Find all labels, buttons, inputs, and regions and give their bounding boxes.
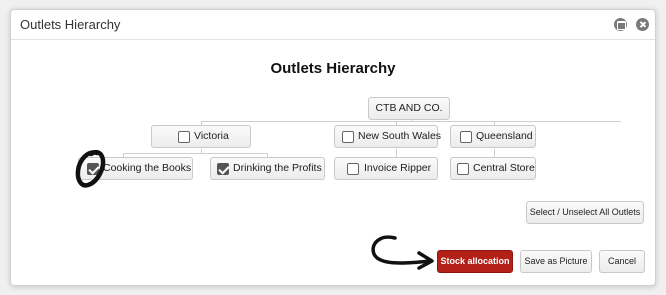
- tree-node-label: New South Wales: [358, 130, 442, 142]
- checkbox[interactable]: [217, 163, 229, 175]
- tree-node-region-queensland[interactable]: Queensland: [450, 125, 536, 148]
- tree-node-root[interactable]: CTB AND CO.: [368, 97, 450, 120]
- stock-allocation-button[interactable]: Stock allocation: [437, 250, 513, 273]
- tree-connector: [123, 153, 268, 154]
- tree-node-outlet-drinking-the-profits[interactable]: Drinking the Profits: [210, 157, 325, 180]
- tree-node-label: Victoria: [194, 130, 229, 142]
- tree-node-outlet-central-store[interactable]: Central Store: [450, 157, 536, 180]
- outlets-hierarchy-dialog: Outlets Hierarchy Outlets Hierarchy CTB …: [10, 9, 656, 286]
- tree-node-outlet-invoice-ripper[interactable]: Invoice Ripper: [334, 157, 438, 180]
- dialog-titlebar: Outlets Hierarchy: [11, 10, 655, 40]
- checkbox[interactable]: [342, 131, 354, 143]
- page-title: Outlets Hierarchy: [270, 60, 396, 77]
- save-as-picture-button[interactable]: Save as Picture: [520, 250, 592, 273]
- close-icon[interactable]: [636, 18, 649, 31]
- minimize-icon[interactable]: [614, 18, 627, 31]
- tree-node-label: CTB AND CO.: [375, 102, 443, 114]
- tree-node-label: Queensland: [476, 130, 533, 142]
- tree-node-label: Drinking the Profits: [233, 162, 322, 174]
- tree-node-region-victoria[interactable]: Victoria: [151, 125, 251, 148]
- tree-node-outlet-cooking-the-books[interactable]: Cooking the Books: [78, 157, 193, 180]
- tree-node-region-nsw[interactable]: New South Wales: [334, 125, 442, 148]
- tree-node-label: Invoice Ripper: [364, 162, 432, 174]
- checkbox[interactable]: [178, 131, 190, 143]
- select-unselect-all-button[interactable]: Select / Unselect All Outlets: [526, 201, 644, 224]
- checkbox[interactable]: [457, 163, 469, 175]
- tree-node-label: Central Store: [473, 162, 535, 174]
- cancel-button[interactable]: Cancel: [599, 250, 645, 273]
- checkbox[interactable]: [347, 163, 359, 175]
- checkbox[interactable]: [460, 131, 472, 143]
- tree-node-label: Cooking the Books: [103, 162, 192, 174]
- dialog-title: Outlets Hierarchy: [20, 17, 121, 32]
- checkbox[interactable]: [87, 163, 99, 175]
